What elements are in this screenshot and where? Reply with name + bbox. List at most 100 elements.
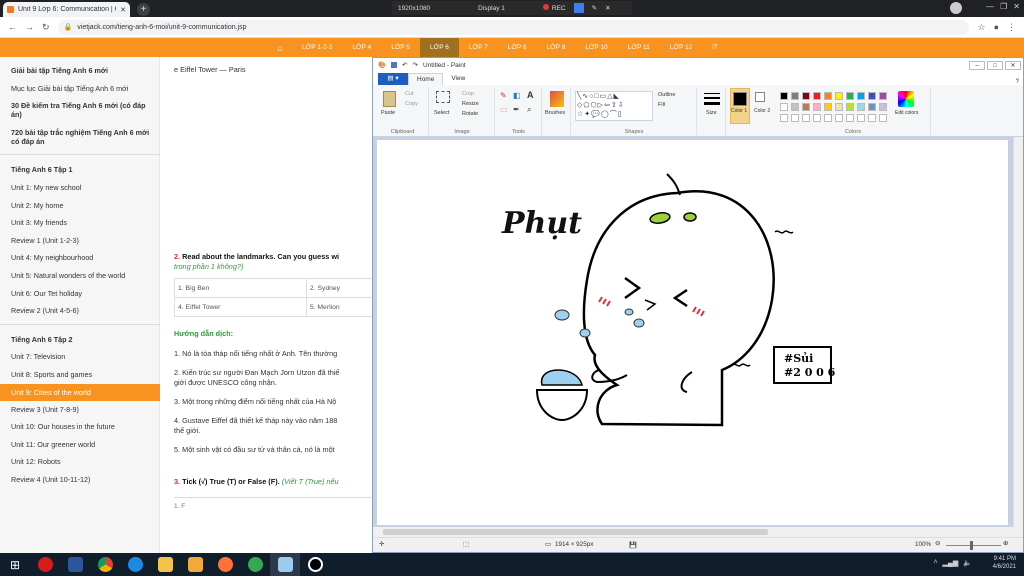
paint-taskbar-icon[interactable] [270, 553, 300, 576]
resize-button[interactable]: Resize [462, 101, 479, 107]
save-icon[interactable] [391, 62, 398, 68]
eraser-icon[interactable]: ▭ [500, 105, 508, 114]
color-swatch[interactable] [835, 103, 843, 111]
volume-icon[interactable]: 🔈 [963, 559, 972, 567]
nav-lop-1-2-3[interactable]: LỚP 1-2-3 [292, 38, 342, 57]
shape-gallery[interactable]: ╲∿○□▭△◣ ◇⬠⬡▷⇦⇧⇩ ☆✦💬◯⌒▯ [575, 91, 653, 121]
sidebar-item[interactable]: Unit 12: Robots [11, 457, 159, 466]
empty-swatch[interactable] [780, 114, 788, 122]
paint-close-icon[interactable]: ✕ [1005, 60, 1021, 70]
tray-arrow-icon[interactable]: ˄ [933, 559, 937, 567]
outline-button[interactable]: Outline [658, 92, 675, 98]
color2-selector[interactable] [755, 92, 765, 102]
copy-button[interactable]: Copy [405, 101, 418, 107]
chrome-icon[interactable] [90, 553, 120, 576]
empty-swatch[interactable] [857, 114, 865, 122]
sidebar-item[interactable]: Review 4 (Unit 10-11-12) [11, 475, 159, 484]
sidebar-item[interactable]: Unit 6: Our Tet holiday [11, 289, 159, 298]
fill-button[interactable]: Fill [658, 102, 665, 108]
back-icon[interactable]: ← [8, 22, 17, 32]
select-button[interactable]: Select [434, 110, 449, 116]
sidebar-item[interactable]: Review 2 (Unit 4-5-6) [11, 306, 159, 315]
vertical-scrollbar[interactable] [1013, 137, 1023, 527]
color-swatch[interactable] [879, 92, 887, 100]
sidebar-item[interactable]: Unit 8: Sports and games [11, 370, 159, 379]
paint-maximize-icon[interactable]: □ [987, 60, 1003, 70]
menu-icon[interactable]: ⋮ [1007, 22, 1016, 33]
horizontal-scrollbar[interactable] [373, 527, 1023, 537]
empty-swatch[interactable] [813, 114, 821, 122]
sidebar-item[interactable]: Unit 2: My home [11, 201, 159, 210]
color-swatch[interactable] [868, 92, 876, 100]
sidebar-item[interactable]: Review 1 (Unit 1-2-3) [11, 236, 159, 245]
empty-swatch[interactable] [824, 114, 832, 122]
sidebar-link[interactable]: Giải bài tập Tiếng Anh 6 mới [11, 66, 159, 75]
undo-icon[interactable]: ↶ [402, 61, 407, 69]
empty-swatch[interactable] [802, 114, 810, 122]
nav-lop-11[interactable]: LỚP 11 [618, 38, 660, 57]
zoom-slider-thumb[interactable] [970, 541, 973, 550]
browser-profile-icon[interactable] [950, 2, 962, 14]
empty-swatch[interactable] [868, 114, 876, 122]
sidebar-link[interactable]: Mục lục Giải bài tập Tiếng Anh 6 mới [11, 84, 159, 93]
zoom-slider[interactable] [946, 545, 1001, 546]
select-icon[interactable] [436, 91, 450, 103]
pencil-icon[interactable]: ✎ [500, 91, 507, 100]
brush-icon[interactable] [550, 91, 564, 107]
sidebar-item[interactable]: Unit 1: My new school [11, 183, 159, 192]
color-swatch[interactable] [802, 103, 810, 111]
nav-lop-7[interactable]: LỚP 7 [459, 38, 498, 57]
bookmark-star-icon[interactable]: ☆ [977, 22, 985, 33]
zoom-out-icon[interactable]: ⊖ [935, 540, 940, 547]
media-player-icon[interactable] [180, 553, 210, 576]
redo-icon[interactable]: ↷ [413, 61, 418, 69]
sidebar-item[interactable]: Unit 11: Our greener world [11, 440, 159, 449]
sidebar-item[interactable]: Review 3 (Unit 7-8-9) [11, 405, 159, 414]
file-menu-button[interactable]: ▤ ▾ [378, 73, 408, 85]
magnifier-icon[interactable]: ⌕ [527, 105, 531, 115]
tab-home[interactable]: Home [408, 73, 444, 85]
pen-icon[interactable]: ✎ [592, 4, 597, 12]
edit-colors-icon[interactable] [898, 91, 914, 107]
nav-lop-5[interactable]: LỚP 5 [381, 38, 420, 57]
color-swatch[interactable] [791, 103, 799, 111]
color-swatch[interactable] [802, 92, 810, 100]
sidebar-item[interactable]: Unit 4: My neighbourhood [11, 253, 159, 262]
recorder-taskbar-icon[interactable] [300, 553, 330, 576]
empty-swatch[interactable] [879, 114, 887, 122]
color-swatch[interactable] [824, 92, 832, 100]
color-swatch[interactable] [846, 92, 854, 100]
close-recorder-icon[interactable]: ✕ [605, 4, 610, 12]
address-bar[interactable]: 🔒 vietjack.com/tieng-anh-6-moi/unit-9-co… [57, 19, 970, 35]
nav-lop-4[interactable]: LỚP 4 [342, 38, 381, 57]
text-tool-icon[interactable]: A [527, 90, 534, 100]
nav-lop-12[interactable]: LỚP 12 [660, 38, 702, 57]
maximize-icon[interactable]: ❐ [1000, 2, 1007, 11]
color-swatch[interactable] [791, 92, 799, 100]
close-window-icon[interactable]: ✕ [1013, 2, 1020, 11]
minimize-icon[interactable]: — [986, 2, 994, 11]
paint-minimize-icon[interactable]: – [969, 60, 985, 70]
start-button[interactable]: ⊞ [0, 553, 30, 576]
fill-bucket-icon[interactable]: ◧ [513, 91, 521, 100]
color-swatch[interactable] [879, 103, 887, 111]
drawing-canvas[interactable]: Phụt #Sủi #2 0 0 6 [377, 140, 1008, 525]
paste-icon[interactable] [383, 91, 396, 107]
rec-label[interactable]: REC [552, 5, 566, 12]
file-explorer-icon[interactable] [150, 553, 180, 576]
close-tab-icon[interactable]: ✕ [120, 6, 126, 14]
size-button[interactable]: Size [706, 110, 717, 116]
reload-icon[interactable]: ↻ [42, 22, 50, 33]
empty-swatch[interactable] [791, 114, 799, 122]
home-icon[interactable]: ⌂ [268, 43, 292, 53]
network-icon[interactable]: ▂▄▆ [943, 559, 959, 567]
nav-lop-8[interactable]: LỚP 8 [498, 38, 537, 57]
color-swatch[interactable] [780, 92, 788, 100]
empty-swatch[interactable] [846, 114, 854, 122]
browser-tab[interactable]: Unit 9 Lớp 6: Communication | G ✕ [3, 2, 130, 17]
sidebar-item[interactable]: Unit 10: Our houses in the future [11, 422, 159, 431]
firefox-icon[interactable] [210, 553, 240, 576]
cut-button[interactable]: Cut [405, 91, 414, 97]
new-tab-button[interactable]: + [137, 3, 150, 16]
sidebar-item-active[interactable]: Unit 9: Cities of the world [0, 383, 160, 401]
